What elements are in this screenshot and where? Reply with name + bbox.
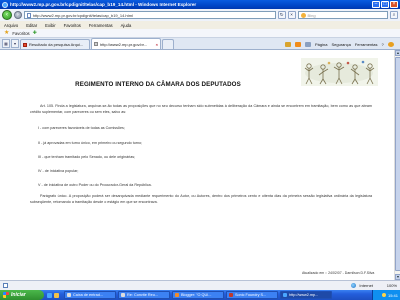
new-tab-button[interactable]: [162, 39, 174, 49]
tab-label: http://www2.mp.pr.gov.br...: [100, 41, 148, 47]
tab-label: Resultado da pesquisa Arqui...: [29, 42, 84, 47]
blogger-icon: [175, 293, 179, 297]
ie-logo-icon: [2, 1, 8, 8]
item-i: I - com pareceres favoráveis de todas as…: [38, 126, 125, 130]
safety-menu[interactable]: Segurança: [331, 42, 350, 47]
search-input[interactable]: Bing: [297, 11, 389, 19]
favorites-label[interactable]: Favoritos: [12, 31, 29, 36]
task-label: Blogger: "O QUI...: [181, 293, 212, 297]
scroll-up-icon[interactable]: ▲: [395, 50, 400, 56]
search-placeholder: Bing: [307, 12, 316, 18]
print-icon[interactable]: [305, 41, 311, 47]
ie-icon: [283, 293, 287, 297]
item-ii: II - já aprovadas em turno único, em pri…: [38, 141, 143, 145]
favorites-star-icon[interactable]: ★: [4, 30, 9, 36]
scroll-thumb[interactable]: [395, 57, 400, 271]
task-label: Sonic Foundry S...: [235, 293, 267, 297]
tab-favicon-icon: [23, 42, 27, 47]
system-tray: 15:41: [372, 290, 400, 300]
ie-quicklaunch-icon[interactable]: [47, 292, 52, 298]
bing-icon: [300, 12, 306, 18]
show-desktop-icon[interactable]: [54, 292, 59, 298]
start-button[interactable]: Iniciar: [0, 290, 44, 300]
task-label: Caixa de entrad...: [73, 293, 103, 297]
camara-logo-image: [301, 58, 378, 86]
task-label: Re: Convite Reu...: [127, 293, 159, 297]
window-titlebar: http://www2.mp.pr.gov.br/cpdignit/telas/…: [0, 0, 400, 9]
quick-launch: [44, 292, 62, 298]
taskbar: Iniciar Caixa de entrad... Re: Convite R…: [0, 290, 400, 300]
menu-item-favoritos[interactable]: Favoritos: [64, 23, 81, 28]
status-bar: Internet 100%: [0, 280, 400, 290]
tab-search-results[interactable]: Resultado da pesquisa Arqui...: [20, 39, 90, 49]
search-icon[interactable]: ⌕: [390, 11, 399, 19]
close-tab-icon[interactable]: ×: [156, 42, 158, 47]
start-label: Iniciar: [11, 292, 26, 298]
address-bar[interactable]: http://www2.mp.pr.gov.br/cpdignit/telas/…: [23, 11, 276, 19]
menu-item-ferramentas[interactable]: Ferramentas: [89, 23, 113, 28]
menu-bar: Arquivo Editar Exibir Favoritos Ferramen…: [0, 21, 400, 29]
tools-menu[interactable]: Ferramentas: [355, 42, 378, 47]
forward-button[interactable]: ›: [13, 11, 22, 19]
menu-item-arquivo[interactable]: Arquivo: [4, 23, 18, 28]
windows-flag-icon: [3, 292, 9, 298]
close-button[interactable]: ×: [390, 1, 398, 8]
page-menu[interactable]: Página: [315, 42, 327, 47]
document-title: REGIMENTO INTERNO DA CÂMARA DOS DEPUTADO…: [75, 81, 241, 88]
help-menu[interactable]: ?: [382, 42, 384, 47]
command-bar: Página Segurança Ferramentas ?: [285, 39, 394, 49]
mail-icon: [121, 293, 125, 297]
taskbar-item-invite[interactable]: Re: Convite Reu...: [118, 291, 170, 299]
item-iv: IV - de iniciativa popular;: [38, 169, 79, 173]
zone-label: Internet: [359, 283, 373, 288]
address-toolbar: ‹ › http://www2.mp.pr.gov.br/cpdignit/te…: [0, 9, 400, 21]
home-icon[interactable]: [285, 41, 291, 47]
item-iii: III - que tenham tramitado pelo Senado, …: [38, 155, 136, 159]
menu-item-exibir[interactable]: Exibir: [45, 23, 55, 28]
sonic-foundry-icon: [229, 293, 233, 297]
favorites-bar: ★ Favoritos ✚: [0, 29, 400, 38]
window-title: http://www2.mp.pr.gov.br/cpdignit/telas/…: [10, 2, 197, 7]
research-icon[interactable]: [387, 41, 394, 47]
task-label: http://www2.mp...: [289, 293, 319, 297]
taskbar-item-inbox[interactable]: Caixa de entrad...: [64, 291, 116, 299]
menu-item-ajuda[interactable]: Ajuda: [121, 23, 132, 28]
mail-icon: [67, 293, 71, 297]
tab-favicon-icon: [94, 42, 98, 46]
item-v: V - de iniciativa de outro Poder ou do P…: [38, 183, 152, 187]
tray-icon[interactable]: [381, 293, 386, 297]
taskbar-item-blogger[interactable]: Blogger: "O QUI...: [172, 291, 224, 299]
paragraph-unico: Parágrafo único. A proposição poderá ser…: [30, 194, 372, 204]
taskbar-item-browser[interactable]: http://www2.mp...: [280, 291, 332, 299]
vertical-scrollbar[interactable]: ▲ ▼: [394, 50, 400, 280]
page-icon: [26, 12, 31, 18]
tab-list-button[interactable]: ▾: [11, 39, 19, 48]
back-button[interactable]: ‹: [2, 10, 12, 20]
address-url: http://www2.mp.pr.gov.br/cpdignit/telas/…: [32, 12, 133, 18]
feeds-icon[interactable]: [295, 41, 301, 47]
security-zone: Internet: [351, 283, 373, 288]
zoom-level[interactable]: 100%: [387, 283, 397, 288]
update-timestamp: Atualizado em :: 24/02/07 - Darnilson D.…: [302, 271, 375, 275]
paragraph-art-105: Art. 105. Finda a legislatura, arquivar-…: [30, 104, 372, 114]
page-done-icon: [3, 283, 8, 288]
quick-tabs-button[interactable]: ▦: [2, 39, 10, 48]
taskbar-item-sonic[interactable]: Sonic Foundry S...: [226, 291, 278, 299]
stop-button[interactable]: ×: [287, 11, 296, 19]
menu-item-editar[interactable]: Editar: [26, 23, 37, 28]
window-controls: – □ ×: [372, 1, 398, 8]
maximize-button[interactable]: □: [381, 1, 389, 8]
tab-current-page[interactable]: http://www2.mp.pr.gov.br... ×: [91, 38, 161, 49]
clock: 15:41: [387, 292, 398, 298]
refresh-button[interactable]: ↻: [277, 11, 286, 19]
minimize-button[interactable]: –: [372, 1, 380, 8]
add-favorite-icon[interactable]: ✚: [33, 30, 37, 36]
globe-icon: [351, 283, 357, 288]
